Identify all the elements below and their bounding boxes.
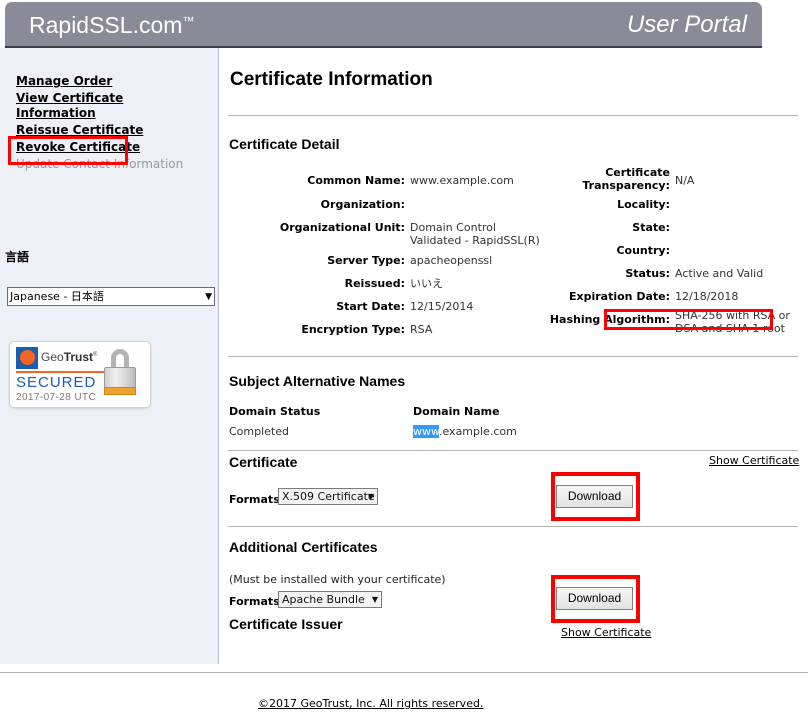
san-cell-domain: www.example.com bbox=[413, 425, 517, 438]
language-select-value: Japanese - 日本語 bbox=[10, 290, 104, 303]
label-organization: Organization: bbox=[320, 198, 405, 211]
show-certificate-link-2[interactable]: Show Certificate bbox=[561, 626, 651, 639]
value-hashing-algorithm: SHA-256 with RSA or DSA and SHA-1 root bbox=[675, 309, 790, 335]
san-column-domain-name: Domain Name bbox=[413, 405, 500, 418]
footer-copyright[interactable]: ©2017 GeoTrust, Inc. All rights reserved… bbox=[258, 697, 483, 710]
download-button-additional[interactable]: Download bbox=[556, 587, 633, 610]
section-title-additional-certificates: Additional Certificates bbox=[229, 539, 378, 555]
value-certificate-transparency: N/A bbox=[675, 174, 695, 187]
page-title: Certificate Information bbox=[230, 69, 433, 90]
san-cell-status: Completed bbox=[229, 425, 289, 438]
san-domain-selected-text: www bbox=[413, 425, 439, 438]
label-country: Country: bbox=[616, 244, 670, 257]
main-content: Certificate Information Certificate Deta… bbox=[220, 48, 808, 664]
label-encryption-type: Encryption Type: bbox=[301, 323, 405, 336]
app-header: RapidSSL.com™ User Portal bbox=[5, 2, 762, 48]
value-status: Active and Valid bbox=[675, 267, 764, 280]
section-title-certificate: Certificate bbox=[229, 454, 298, 470]
trademark-symbol: ™ bbox=[182, 14, 195, 28]
format-select-certificate-value: X.509 Certificate bbox=[282, 490, 375, 503]
san-domain-rest-text: .example.com bbox=[438, 425, 517, 438]
sidebar-item-manage-order[interactable]: Manage Order bbox=[16, 74, 206, 89]
formats-label-additional: Formats: bbox=[229, 595, 285, 608]
label-start-date: Start Date: bbox=[336, 300, 405, 313]
seal-secured-text: SECURED bbox=[16, 374, 97, 391]
padlock-icon bbox=[104, 349, 136, 399]
sidebar-item-revoke-certificate[interactable]: Revoke Certificate bbox=[16, 140, 206, 155]
section-title-certificate-issuer: Certificate Issuer bbox=[229, 616, 343, 632]
section-title-subject-alternative-names: Subject Alternative Names bbox=[229, 373, 406, 389]
label-common-name: Common Name: bbox=[307, 174, 405, 187]
label-hashing-algorithm: Hashing Algorithm: bbox=[549, 313, 670, 326]
sidebar-nav: Manage Order View Certificate Informatio… bbox=[16, 74, 206, 174]
value-start-date: 12/15/2014 bbox=[410, 300, 474, 313]
divider-after-san bbox=[228, 450, 798, 451]
language-label: 言語 bbox=[5, 250, 30, 264]
label-locality: Locality: bbox=[617, 198, 670, 211]
footer-divider bbox=[0, 672, 808, 673]
format-select-certificate[interactable]: ▼ X.509 Certificate bbox=[278, 488, 378, 505]
download-button-certificate[interactable]: Download bbox=[556, 485, 633, 508]
value-encryption-type: RSA bbox=[410, 323, 433, 336]
label-expiration-date: Expiration Date: bbox=[568, 290, 670, 303]
language-select[interactable]: ▼ Japanese - 日本語 bbox=[7, 287, 215, 306]
brand-text: RapidSSL.com bbox=[29, 12, 183, 38]
geotrust-secured-seal[interactable]: GeoTrust® SECURED 2017-07-28 UTC bbox=[9, 341, 151, 408]
value-reissued: いいえ bbox=[410, 277, 443, 290]
value-expiration-date: 12/18/2018 bbox=[675, 290, 739, 303]
sidebar-item-view-certificate-information[interactable]: View Certificate Information bbox=[16, 91, 206, 121]
label-certificate-transparency: Certificate Transparency: bbox=[582, 166, 670, 192]
format-select-additional[interactable]: ▼ Apache Bundle bbox=[278, 591, 382, 608]
seal-timestamp: 2017-07-28 UTC bbox=[16, 392, 97, 403]
san-column-domain-status: Domain Status bbox=[229, 405, 321, 418]
sidebar-item-update-contact-information: Update Contact Information bbox=[16, 157, 184, 171]
label-status: Status: bbox=[625, 267, 670, 280]
formats-label-certificate: Formats: bbox=[229, 493, 285, 506]
sidebar: Manage Order View Certificate Informatio… bbox=[0, 48, 219, 664]
additional-certificates-note: (Must be installed with your certificate… bbox=[229, 573, 446, 586]
section-title-certificate-detail: Certificate Detail bbox=[229, 136, 340, 152]
portal-title: User Portal bbox=[626, 11, 747, 38]
value-server-type: apacheopenssl bbox=[410, 254, 493, 267]
label-organizational-unit: Organizational Unit: bbox=[279, 221, 405, 234]
divider-after-detail bbox=[228, 356, 798, 357]
label-state: State: bbox=[632, 221, 670, 234]
seal-divider bbox=[16, 371, 106, 373]
sidebar-item-reissue-certificate[interactable]: Reissue Certificate bbox=[16, 123, 206, 138]
chevron-down-icon: ▼ bbox=[371, 595, 378, 604]
divider-after-certificate bbox=[228, 526, 798, 527]
chevron-down-icon: ▼ bbox=[205, 292, 212, 302]
divider-top bbox=[228, 115, 798, 116]
value-common-name: www.example.com bbox=[410, 174, 514, 187]
seal-brand-text: GeoTrust® bbox=[41, 350, 98, 364]
label-reissued: Reissued: bbox=[344, 277, 405, 290]
show-certificate-link-1[interactable]: Show Certificate bbox=[709, 454, 799, 467]
brand-logo: RapidSSL.com™ bbox=[29, 12, 194, 39]
label-server-type: Server Type: bbox=[327, 254, 405, 267]
format-select-additional-value: Apache Bundle bbox=[282, 593, 365, 606]
geotrust-logo-icon bbox=[16, 347, 38, 369]
